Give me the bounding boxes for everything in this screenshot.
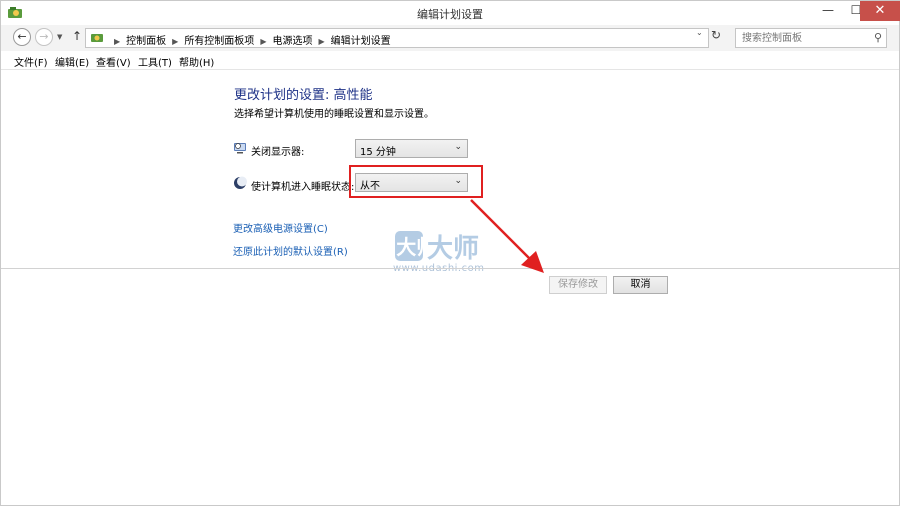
control-panel-window: 编辑计划设置 — ☐ ✕ ← → ▼ ↑ ▶ 控制面板 ▶ 所有控制面板项 ▶ 电源选项 ▶… xyxy=(0,0,900,506)
annotation-arrow-icon xyxy=(470,199,544,273)
